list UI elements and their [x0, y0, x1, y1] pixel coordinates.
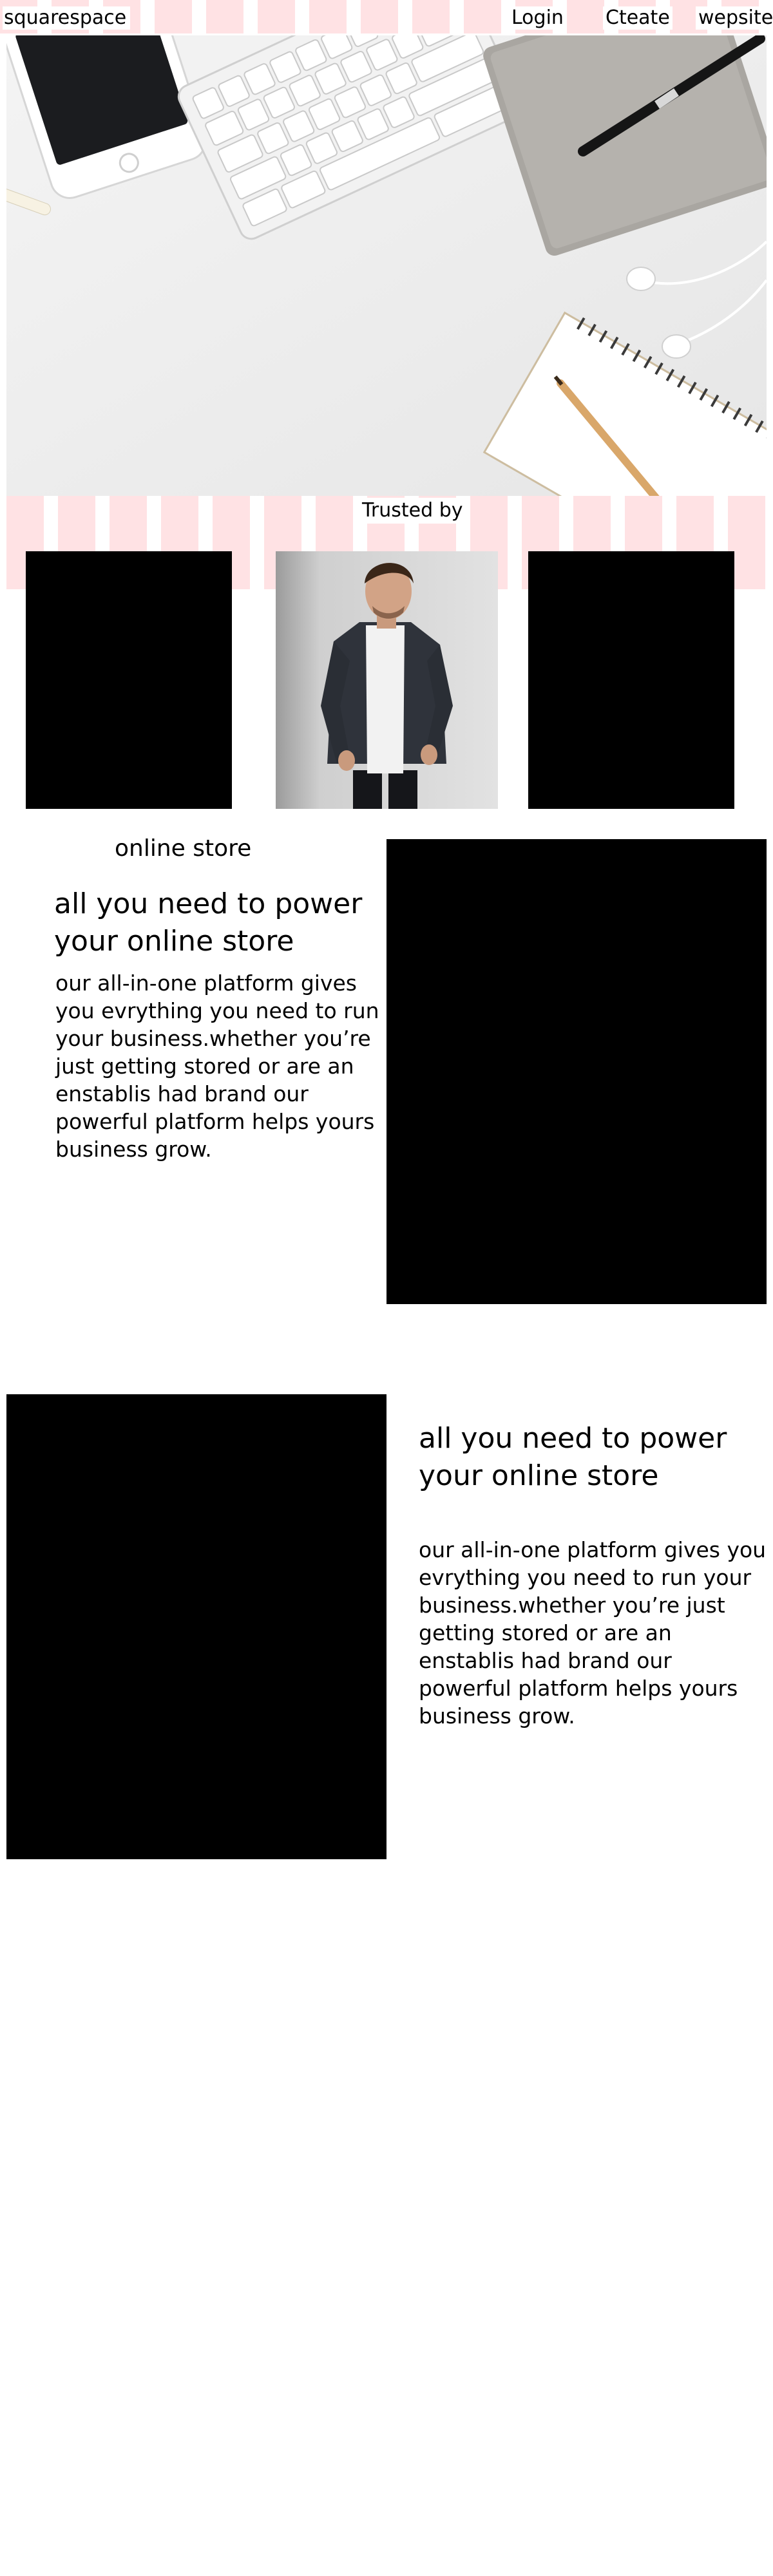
man-in-denim-jacket-illustration: [276, 551, 498, 809]
nav-link-website[interactable]: wepsite: [696, 6, 773, 30]
desk-workspace-illustration: [6, 35, 767, 496]
nav-link-create[interactable]: Cteate: [603, 6, 673, 30]
brand-logo-text[interactable]: squarespace: [3, 6, 131, 30]
section1-body-text: our all-in-one platform gives you evryth…: [55, 971, 379, 1162]
top-nav-bar: squarespace Login Cteate wepsite: [0, 0, 773, 33]
nav-link-login[interactable]: Login: [509, 6, 566, 30]
section2-body-text: our all-in-one platform gives you evryth…: [419, 1537, 767, 1728]
trusted-by-label: Trusted by: [357, 498, 468, 524]
section1-heading: all you need to power your online store: [54, 887, 363, 958]
partner-logo-placeholder-left: [26, 551, 232, 809]
section-kicker-online-store: online store: [115, 835, 252, 862]
section2-media-placeholder: [6, 1394, 386, 1859]
partner-logo-placeholder-right: [528, 551, 734, 809]
section1-media-placeholder: [386, 839, 767, 1304]
hero-image: [6, 35, 767, 496]
model-photo: [276, 551, 498, 809]
section2-heading: all you need to power your online store: [419, 1422, 727, 1492]
